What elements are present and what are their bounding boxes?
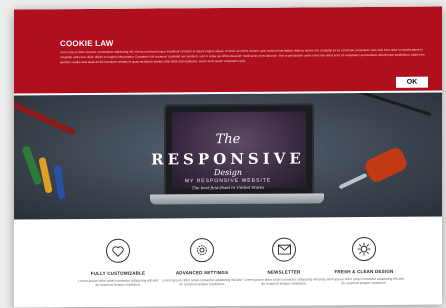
feature-title: FULLY CUSTOMIZABLE (90, 270, 146, 276)
heart-icon (106, 238, 130, 263)
feature-text: Lorem ipsum dolor amet consectur adipisc… (78, 278, 158, 288)
feature-text: Lorem ipsum dolor amet consectur adipisc… (162, 277, 242, 287)
hero-the: The (215, 131, 241, 148)
cookie-law-title: COOKIE LAW (60, 38, 114, 49)
cookie-law-banner: COOKIE LAW Lorem ipsum dolor sit amet, c… (14, 6, 442, 94)
gear-icon (190, 238, 214, 263)
envelope-icon (272, 237, 296, 262)
feature-title: NEWSLETTER (267, 269, 301, 275)
features-section: FULLY CUSTOMIZABLE Lorem ipsum dolor ame… (14, 220, 442, 308)
sun-icon (352, 236, 376, 262)
feature-text: Lorem ipsum dolor amet consectur adipisc… (244, 277, 324, 287)
website-preview: COOKIE LAW Lorem ipsum dolor sit amet, c… (14, 6, 442, 308)
feature-title: ADVANCED SETTINGS (175, 269, 229, 276)
ok-button[interactable]: OK (396, 76, 428, 88)
feature-item: NEWSLETTER Lorem ipsum dolor amet consec… (242, 237, 326, 286)
feature-item: FRESH & CLEAN DESIGN Lorem ipsum dolor a… (322, 236, 406, 286)
feature-item: ADVANCED SETTINGS Lorem ipsum dolor amet… (160, 238, 244, 287)
laptop-base (150, 193, 324, 205)
pliers-icon (14, 100, 76, 136)
feature-title: FRESH & CLEAN DESIGN (334, 268, 394, 275)
feature-item: FULLY CUSTOMIZABLE Lorem ipsum dolor ame… (76, 238, 160, 287)
cookie-law-text: Lorem ipsum dolor sit amet, consectetur … (60, 47, 425, 65)
feature-text: Lorem ipsum dolor amet consectur adipisc… (324, 276, 404, 286)
cable-icon (316, 92, 432, 117)
hero-banner: The RESPONSIVE Design MY RESPONSIVE WEBS… (14, 92, 442, 220)
